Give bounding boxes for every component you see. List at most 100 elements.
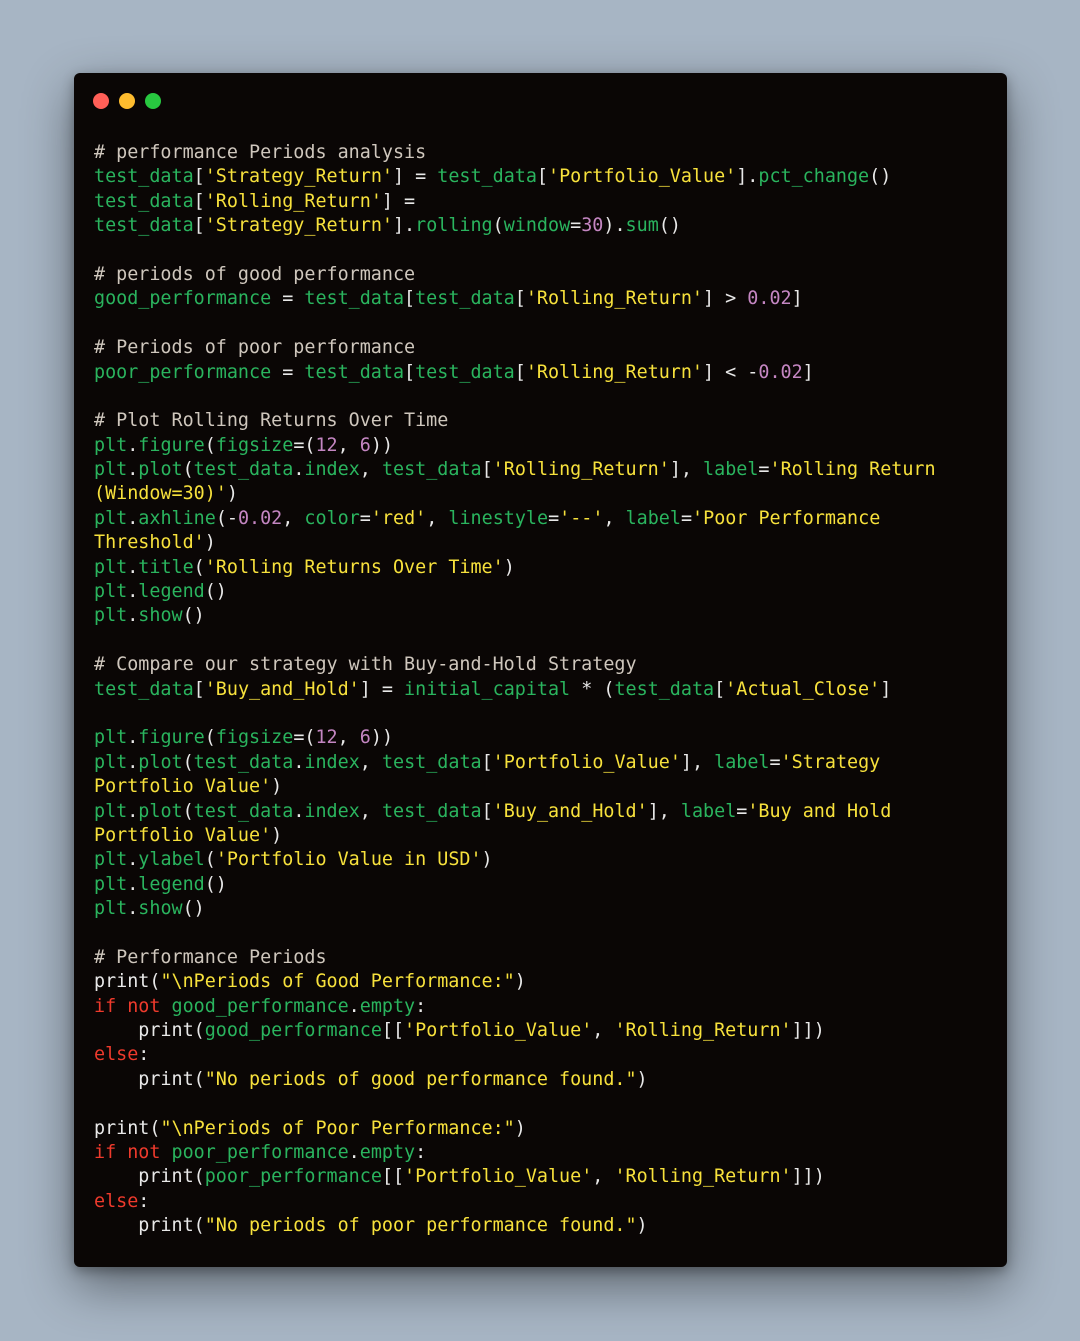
code-token-string: 'Rolling Return: [769, 459, 936, 481]
code-line: plt.show(): [94, 604, 936, 628]
code-token-ident: plt: [94, 605, 128, 627]
code-token-plain: ]: [802, 361, 814, 383]
code-line: (Window=30)'): [94, 482, 936, 506]
code-token-plain: print(: [94, 1117, 161, 1139]
code-token-plain: =: [570, 215, 582, 237]
code-token-plain: ,: [282, 507, 305, 529]
code-line: test_data['Buy_and_Hold'] = initial_capi…: [94, 678, 936, 702]
code-token-number: 6: [359, 727, 371, 749]
code-token-plain: ): [503, 556, 515, 578]
code-token-plain: print(: [94, 1215, 205, 1237]
code-line: poor_performance = test_data[test_data['…: [94, 361, 936, 385]
code-token-plain: [: [536, 166, 548, 188]
code-block: # performance Periods analysis test_data[…: [94, 141, 936, 1239]
code-line: if not good_performance.empty:: [94, 995, 936, 1019]
code-token-ident: test_data: [614, 678, 715, 700]
code-token-number: 12: [315, 434, 338, 456]
code-token-string: 'Strategy_Return': [204, 166, 393, 188]
code-line: plt.ylabel('Portfolio Value in USD'): [94, 848, 936, 872]
code-token-keyword: if not: [94, 1142, 172, 1164]
code-token-ident: test_data: [415, 288, 515, 310]
minimize-button[interactable]: [119, 93, 135, 109]
code-token-ident: good_performance: [94, 288, 272, 310]
window-controls: [93, 93, 161, 109]
code-token-plain: [: [193, 166, 205, 188]
code-token-plain: ]: [880, 678, 892, 700]
code-line: print(good_performance[['Portfolio_Value…: [94, 1019, 936, 1043]
code-line: # performance Periods analysis: [94, 141, 936, 165]
code-token-ident: plt: [94, 898, 128, 920]
code-token-plain: (-: [215, 507, 238, 529]
maximize-button[interactable]: [145, 93, 161, 109]
code-token-ident: poor_performance: [171, 1142, 349, 1164]
code-token-number: 6: [359, 434, 371, 456]
code-token-plain: ] =: [381, 190, 416, 212]
code-line: good_performance = test_data[test_data['…: [94, 287, 936, 311]
code-token-string: Portfolio Value': [94, 824, 272, 846]
code-token-plain: .: [348, 995, 360, 1017]
code-token-ident: plt: [94, 556, 128, 578]
code-token-plain: ,: [359, 459, 382, 481]
code-token-ident: axhline: [138, 507, 216, 529]
code-token-ident: poor_performance: [204, 1166, 382, 1188]
code-token-ident: test_data: [304, 361, 405, 383]
code-line: else:: [94, 1043, 936, 1067]
code-token-plain: =: [758, 459, 770, 481]
code-token-string: 'red': [370, 507, 427, 529]
code-token-plain: ]]): [791, 1166, 825, 1188]
code-window: # performance Periods analysis test_data[…: [74, 73, 1007, 1267]
code-token-plain: =: [271, 361, 305, 383]
code-token-string: "\nPeriods of Poor Performance:": [160, 1117, 515, 1139]
code-line: Portfolio Value'): [94, 775, 936, 799]
code-token-string: 'Rolling_Return': [492, 459, 670, 481]
code-token-plain: =: [769, 751, 781, 773]
code-line: test_data['Strategy_Return'].rolling(win…: [94, 214, 936, 238]
code-line: Threshold'): [94, 531, 936, 555]
code-token-ident: label: [680, 800, 737, 822]
code-token-ident: linestyle: [448, 507, 549, 529]
code-token-plain: ): [514, 971, 526, 993]
code-token-plain: ): [636, 1068, 648, 1090]
code-token-string: 'Rolling Returns Over Time': [204, 556, 504, 578]
close-button[interactable]: [93, 93, 109, 109]
code-token-string: 'Actual_Close': [725, 678, 881, 700]
code-token-plain: ,: [337, 727, 360, 749]
code-token-ident: test_data: [415, 361, 515, 383]
code-token-string: 'Rolling_Return': [525, 361, 703, 383]
code-token-plain: ,: [337, 434, 360, 456]
code-token-ident: plot: [138, 800, 183, 822]
code-token-plain: .: [127, 727, 139, 749]
code-token-ident: index: [304, 751, 360, 773]
code-token-string: 'Rolling_Return': [614, 1166, 792, 1188]
code-token-ident: good_performance: [171, 995, 349, 1017]
code-token-ident: ylabel: [138, 849, 205, 871]
code-line: print("\nPeriods of Poor Performance:"): [94, 1117, 936, 1141]
code-token-keyword: else: [94, 1190, 139, 1212]
code-token-string: 'Portfolio_Value': [404, 1020, 593, 1042]
code-token-plain: ],: [647, 800, 681, 822]
code-token-string: "\nPeriods of Good Performance:": [160, 971, 515, 993]
code-token-plain: ,: [592, 1166, 615, 1188]
code-token-plain: :: [415, 995, 427, 1017]
code-token-plain: )): [370, 727, 394, 749]
code-token-plain: ): [271, 824, 283, 846]
code-token-ident: test_data: [94, 190, 194, 212]
code-token-ident: test_data: [193, 459, 294, 481]
code-token-plain: [: [514, 288, 526, 310]
code-token-ident: test_data: [381, 751, 482, 773]
code-token-plain: * (: [570, 678, 615, 700]
code-token-ident: rolling: [415, 215, 493, 237]
code-token-plain: :: [138, 1190, 150, 1212]
code-token-number: 12: [315, 727, 338, 749]
code-token-ident: poor_performance: [94, 361, 272, 383]
code-token-ident: plt: [94, 800, 128, 822]
code-token-string: Threshold': [94, 532, 205, 554]
code-token-string: Portfolio Value': [94, 776, 272, 798]
code-token-plain: :: [415, 1142, 427, 1164]
code-line: print("\nPeriods of Good Performance:"): [94, 970, 936, 994]
code-token-string: 'Strategy_Return': [204, 215, 393, 237]
